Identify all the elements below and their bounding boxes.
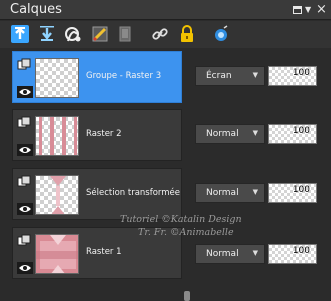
opacity-field[interactable]: 100 [268,183,317,203]
chevron-down-icon: ▼ [252,71,258,79]
layer-name: Groupe - Raster 3 [86,71,162,81]
blend-mode-value: Normal [206,129,239,139]
new-adjustment-layer-icon[interactable] [37,24,57,44]
chevron-down-icon: ▼ [252,188,258,196]
visibility-eye-icon[interactable] [17,141,33,156]
opacity-field[interactable]: 100 [268,244,317,264]
layers-list: Groupe - Raster 3 Écran ▼ 100 Raster 2 N… [0,48,331,301]
blend-mode-select[interactable]: Écran ▼ [195,66,265,86]
new-mask-icon[interactable] [63,24,83,44]
layer-row-selection-transformee[interactable]: Sélection transformée [12,168,182,220]
lock-icon[interactable] [177,24,197,44]
watermark-line-2: Tr. Fr. ©Animabelle [138,227,234,238]
layer-row-groupe-raster-3[interactable]: Groupe - Raster 3 [12,51,182,103]
opacity-value: 100 [292,68,310,78]
layer-name: Raster 2 [86,129,122,139]
visibility-eye-icon[interactable] [17,200,33,215]
group-layer-icon [17,57,31,71]
raster-layer-icon [17,174,31,188]
blend-icon[interactable] [211,24,231,44]
layers-toolbar [0,21,331,48]
blend-mode-select[interactable]: Normal ▼ [195,183,265,203]
raster-layer-icon [17,115,31,129]
opacity-field[interactable]: 100 [268,66,317,86]
layer-thumbnail [35,175,79,215]
opacity-value: 100 [292,126,310,136]
layer-row-raster-2[interactable]: Raster 2 [12,109,182,161]
layer-thumbnail [35,116,79,156]
blend-mode-select[interactable]: Normal ▼ [195,124,265,144]
link-icon[interactable] [150,24,170,44]
scrollbar-handle[interactable] [184,291,190,301]
delete-layer-icon[interactable] [115,24,135,44]
layer-name: Raster 1 [86,247,122,257]
new-layer-icon[interactable] [10,24,30,44]
blend-mode-select[interactable]: Normal ▼ [195,244,265,264]
close-icon[interactable]: × [316,3,330,17]
chevron-down-icon: ▼ [252,249,258,257]
dock-icon[interactable] [291,3,305,17]
watermark-line-1: Tutoriel ©Katalin Design [120,214,242,225]
layer-thumbnail [35,58,79,98]
blend-mode-value: Normal [206,188,239,198]
chevron-down-icon: ▼ [252,129,258,137]
panel-title: Calques [10,2,62,17]
visibility-eye-icon[interactable] [17,83,33,98]
opacity-value: 100 [292,185,310,195]
opacity-value: 100 [292,246,310,256]
layer-name: Sélection transformée [86,188,181,198]
visibility-eye-icon[interactable] [17,259,33,274]
blend-mode-value: Écran [206,71,232,81]
blend-mode-value: Normal [206,249,239,259]
panel-titlebar: Calques ▼ × [0,0,331,20]
brush-edit-icon[interactable] [90,24,110,44]
raster-layer-icon [17,233,31,247]
layer-thumbnail [35,234,79,274]
opacity-field[interactable]: 100 [268,124,317,144]
